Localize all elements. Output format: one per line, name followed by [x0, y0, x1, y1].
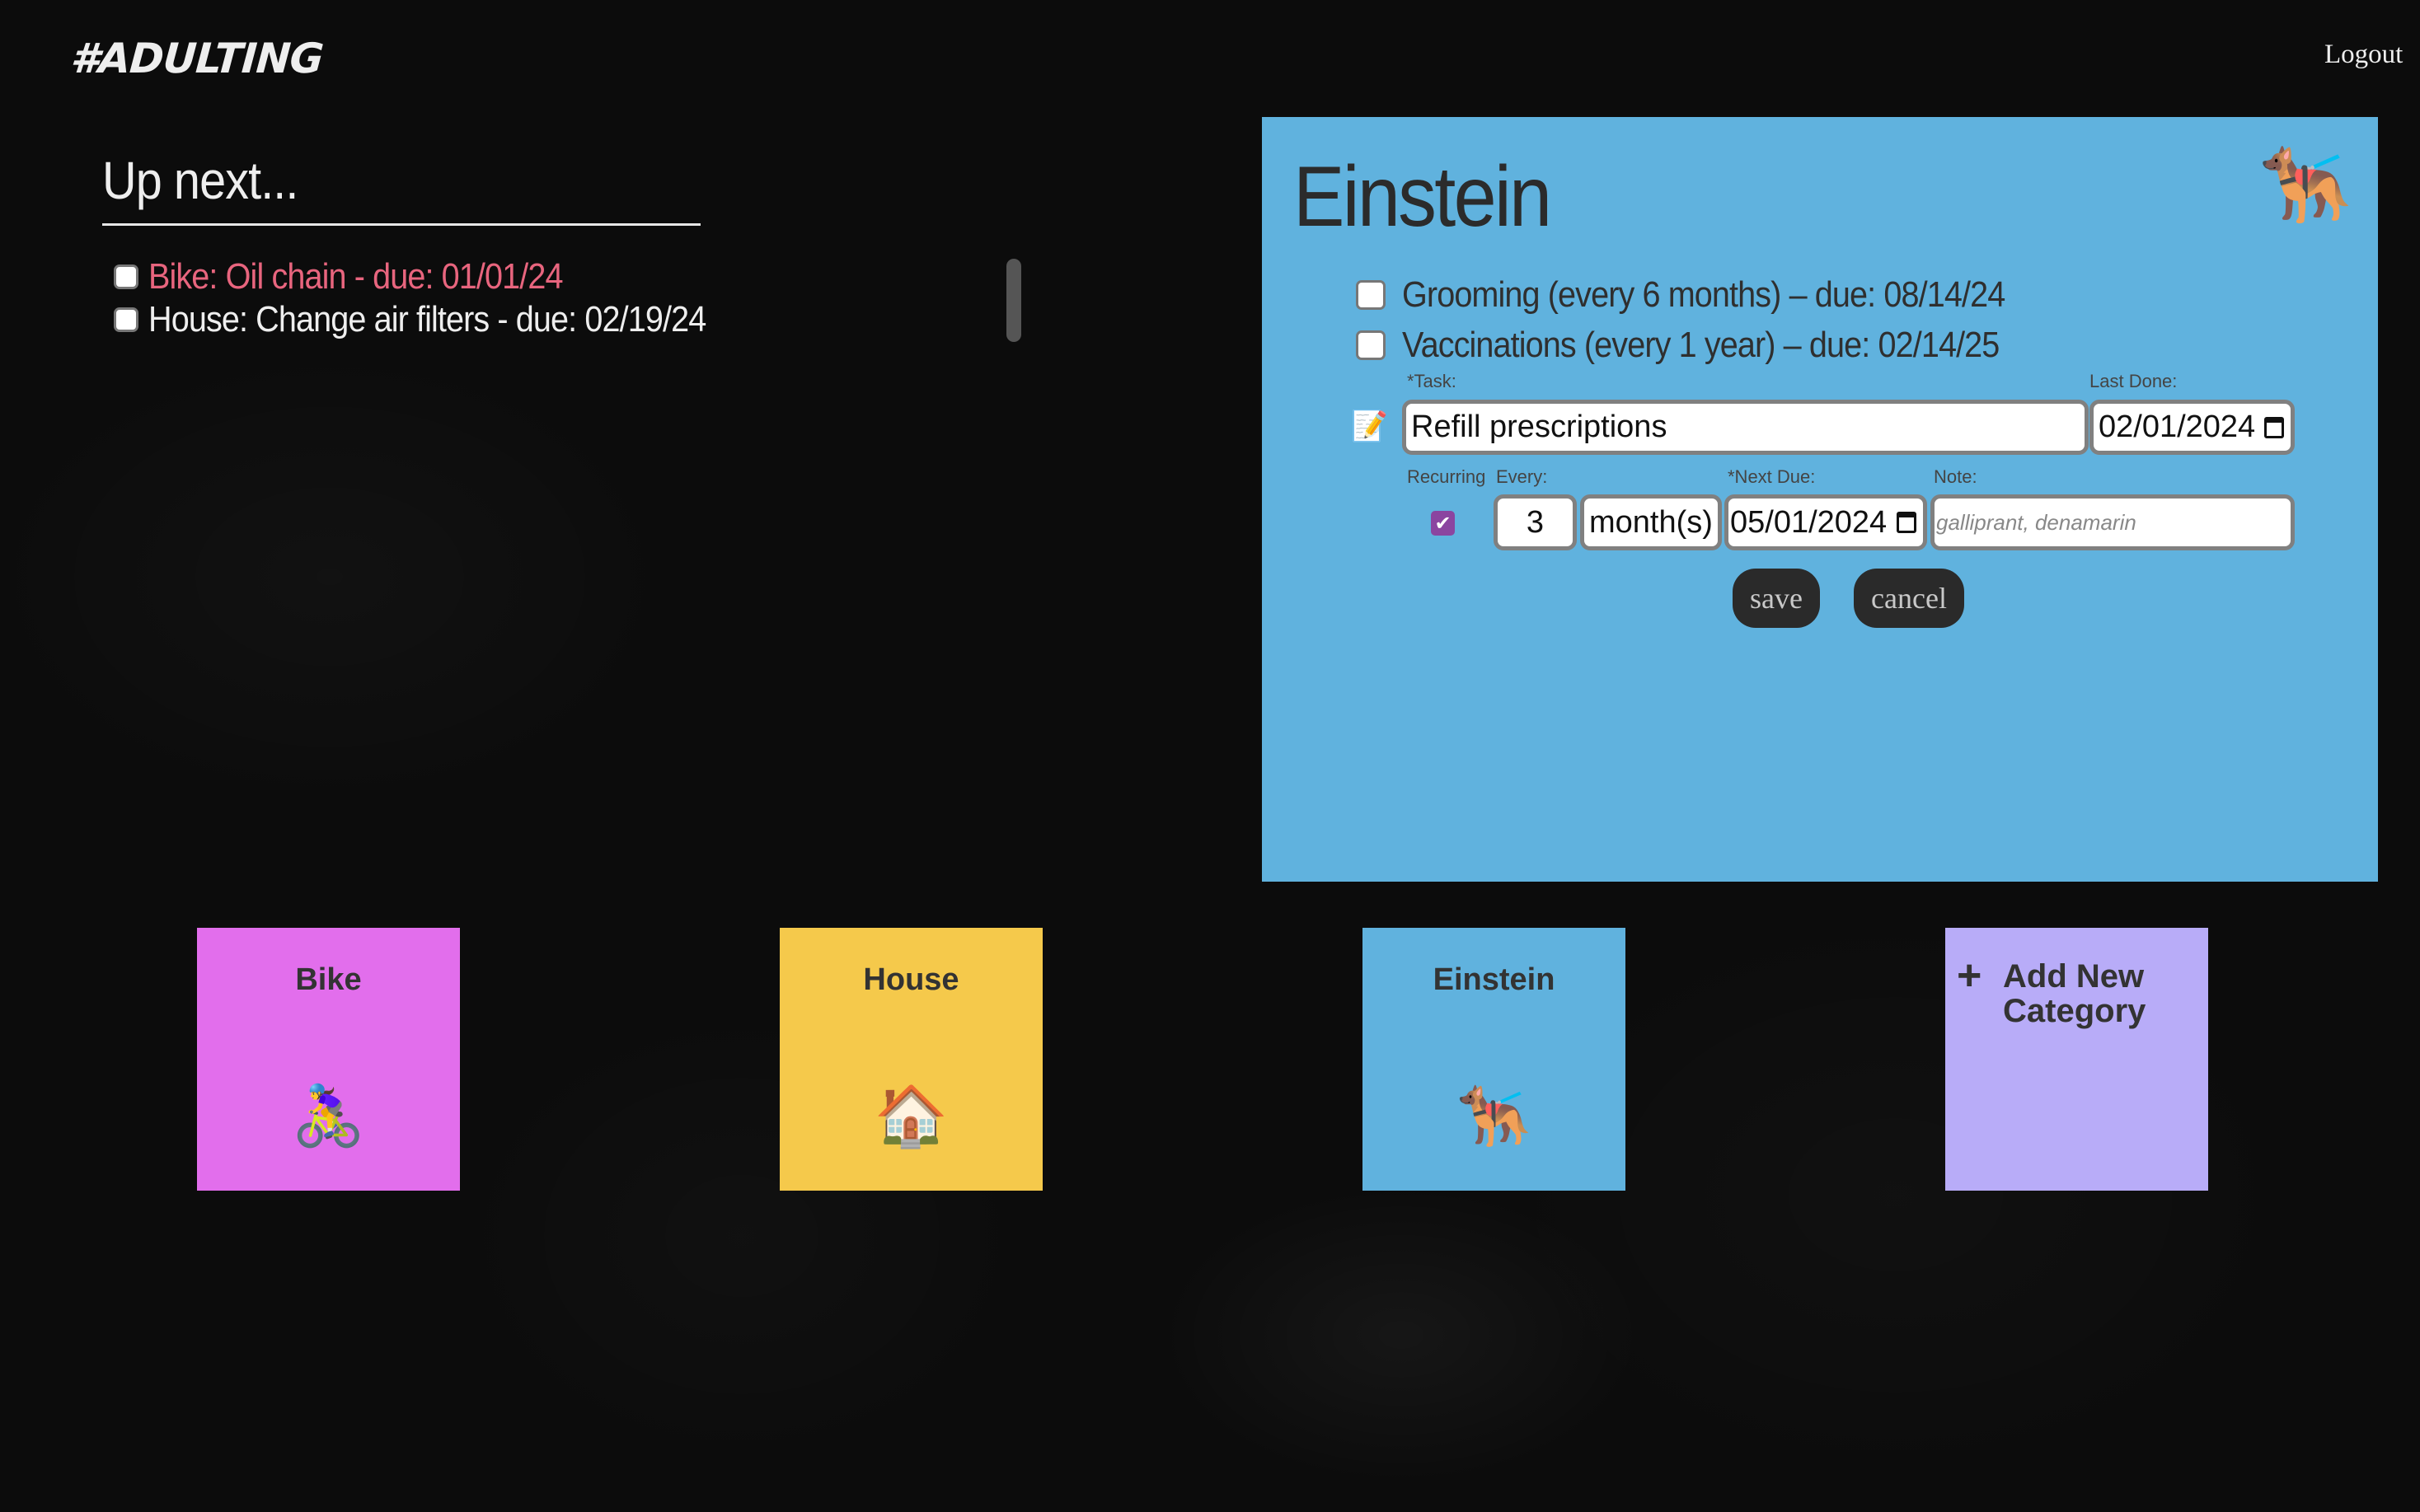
- next-due-label: *Next Due:: [1728, 466, 1816, 487]
- add-category-label: Add New Category: [2003, 958, 2146, 1029]
- cancel-button[interactable]: cancel: [1854, 569, 1964, 628]
- every-label: Every:: [1496, 466, 1548, 487]
- service-dog-icon: 🐕‍🦺: [1456, 1084, 1531, 1149]
- house-icon: 🏠: [874, 1084, 949, 1149]
- category-name: House: [863, 962, 959, 997]
- logout-link[interactable]: Logout: [2324, 40, 2403, 70]
- note-input[interactable]: galliprant, denamarin: [1930, 494, 2295, 550]
- task-label: Vaccinations (every 1 year) – due: 02/14…: [1402, 325, 2000, 365]
- category-name: Bike: [295, 962, 362, 997]
- task-label: Grooming (every 6 months) – due: 08/14/2…: [1402, 274, 2005, 315]
- up-next-item-label: House: Change air filters - due: 02/19/2…: [148, 299, 706, 339]
- category-tile-einstein[interactable]: Einstein 🐕‍🦺: [1362, 928, 1625, 1191]
- category-tile-house[interactable]: House 🏠: [780, 928, 1043, 1191]
- next-due-value: 05/01/2024: [1730, 504, 1888, 540]
- last-done-label: Last Done:: [2089, 371, 2178, 391]
- panel-title: Einstein: [1293, 149, 1552, 245]
- plus-icon: +: [1957, 952, 1982, 999]
- every-number-input[interactable]: 3: [1494, 494, 1577, 550]
- up-next-scrollbar[interactable]: [1006, 259, 1021, 342]
- chevron-down-icon: ⌄: [1718, 512, 1719, 533]
- save-button[interactable]: save: [1733, 569, 1820, 628]
- up-next-heading: Up next...: [102, 151, 298, 210]
- up-next-checkbox[interactable]: [114, 307, 138, 332]
- up-next-item-label: Bike: Oil chain - due: 01/01/24: [148, 256, 564, 297]
- app-logo: #ADULTING: [68, 35, 325, 82]
- last-done-date-input[interactable]: 02/01/2024: [2089, 400, 2295, 455]
- category-detail-panel: Einstein 🐕‍🦺 Grooming (every 6 months) –…: [1262, 117, 2378, 882]
- up-next-item: House: Change air filters - due: 02/19/2…: [114, 298, 1020, 341]
- add-category-tile[interactable]: + Add New Category: [1945, 928, 2208, 1191]
- task-field-label: *Task:: [1407, 371, 1456, 391]
- service-dog-icon: 🐕‍🦺: [2259, 145, 2352, 227]
- recurring-checkbox[interactable]: ✔: [1431, 511, 1455, 536]
- up-next-item: Bike: Oil chain - due: 01/01/24: [114, 255, 1020, 298]
- up-next-divider: [102, 223, 701, 226]
- interval-unit-select[interactable]: month(s) ⌄: [1580, 494, 1722, 550]
- recurring-label: Recurring: [1407, 466, 1486, 487]
- cyclist-icon: 🚴‍♀️: [291, 1084, 366, 1149]
- calendar-icon[interactable]: [1897, 512, 1916, 533]
- memo-icon: 📝: [1351, 410, 1388, 442]
- note-label: Note:: [1934, 466, 1977, 487]
- up-next-list: Bike: Oil chain - due: 01/01/24 House: C…: [114, 255, 1020, 341]
- category-tile-bike[interactable]: Bike 🚴‍♀️: [197, 928, 460, 1191]
- interval-unit-value: month(s): [1589, 504, 1713, 540]
- task-checkbox[interactable]: [1356, 280, 1386, 310]
- up-next-checkbox[interactable]: [114, 264, 138, 289]
- task-checkbox[interactable]: [1356, 330, 1386, 360]
- task-input[interactable]: Refill prescriptions: [1402, 400, 2089, 455]
- task-item: Vaccinations (every 1 year) – due: 02/14…: [1356, 321, 2066, 370]
- calendar-icon[interactable]: [2264, 416, 2284, 438]
- last-done-value: 02/01/2024: [2099, 410, 2256, 444]
- category-name: Einstein: [1433, 962, 1555, 997]
- next-due-date-input[interactable]: 05/01/2024: [1724, 494, 1927, 550]
- task-item: Grooming (every 6 months) – due: 08/14/2…: [1356, 270, 2072, 320]
